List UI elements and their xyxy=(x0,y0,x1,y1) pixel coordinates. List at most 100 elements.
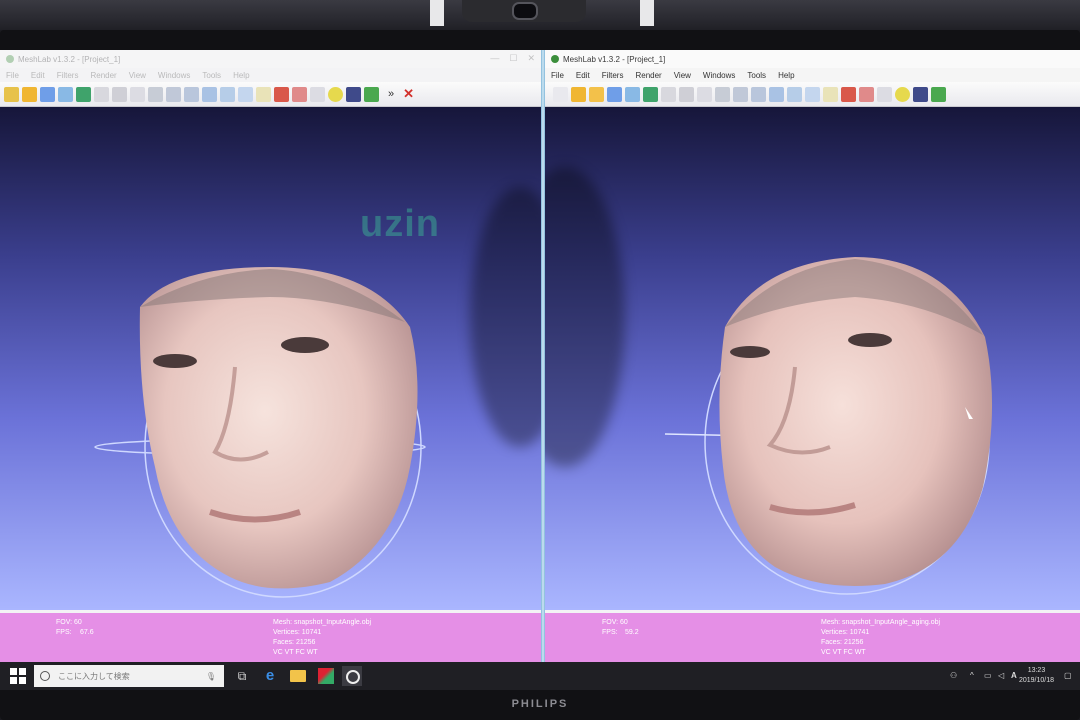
edge-browser-icon[interactable]: e xyxy=(260,666,280,686)
fps-label: FPS: xyxy=(56,629,72,636)
menu-edit[interactable]: Edit xyxy=(31,71,45,80)
mesh-flags: VC VT FC WT xyxy=(273,649,318,656)
task-view-icon[interactable]: ⧉ xyxy=(232,666,252,686)
open-folder-icon[interactable] xyxy=(22,86,37,102)
snapshot-icon[interactable] xyxy=(643,86,658,102)
system-clock[interactable]: 13:23 2019/10/18 xyxy=(1019,666,1054,686)
select-faces-icon[interactable] xyxy=(859,86,874,102)
microphone-icon[interactable]: 🎙 xyxy=(206,672,216,681)
menu-bar: File Edit Filters Render View Windows To… xyxy=(545,68,1080,82)
meshlab-app-icon xyxy=(6,55,14,63)
vertex-count: Vertices: 10741 xyxy=(821,629,870,636)
layers-icon[interactable] xyxy=(913,86,928,102)
texture-icon[interactable] xyxy=(238,86,253,102)
smooth-shading-icon[interactable] xyxy=(787,86,802,102)
taskbar-search-box[interactable]: ここに入力して検索 🎙 xyxy=(34,665,224,687)
fov-label: FOV: 60 xyxy=(602,619,628,626)
clock-date: 2019/10/18 xyxy=(1018,677,1054,684)
windows-start-icon[interactable] xyxy=(10,668,26,684)
minimize-button[interactable]: — xyxy=(490,53,499,64)
reload-icon[interactable] xyxy=(40,86,55,102)
menu-bar: File Edit Filters Render View Windows To… xyxy=(0,68,541,82)
new-project-icon[interactable] xyxy=(4,86,19,102)
menu-help[interactable]: Help xyxy=(778,71,794,80)
plugin-icon[interactable] xyxy=(364,86,379,102)
points-icon[interactable] xyxy=(715,86,730,102)
maximize-button[interactable]: ☐ xyxy=(509,53,517,64)
3d-viewport[interactable]: uzin xyxy=(0,107,541,610)
menu-view[interactable]: View xyxy=(674,71,691,80)
import-mesh-icon[interactable] xyxy=(58,86,73,102)
color-icon[interactable] xyxy=(274,86,289,102)
menu-windows[interactable]: Windows xyxy=(703,71,735,80)
search-circle-icon xyxy=(40,671,50,681)
plugin-icon[interactable] xyxy=(931,86,946,102)
save-icon[interactable] xyxy=(661,86,676,102)
wireframe-icon[interactable] xyxy=(166,86,181,102)
print-icon[interactable] xyxy=(679,86,694,102)
toolbar xyxy=(545,82,1080,107)
window-controls: — ☐ ✕ xyxy=(490,53,535,64)
menu-filters[interactable]: Filters xyxy=(57,71,79,80)
battery-icon[interactable]: ▭ xyxy=(984,671,992,680)
menu-tools[interactable]: Tools xyxy=(747,71,766,80)
3d-viewport[interactable] xyxy=(545,107,1080,610)
menu-help[interactable]: Help xyxy=(233,71,249,80)
snapshot-icon[interactable] xyxy=(76,86,91,102)
search-placeholder: ここに入力して検索 xyxy=(58,671,130,681)
hidden-lines-icon[interactable] xyxy=(184,86,199,102)
measure-icon[interactable] xyxy=(877,86,892,102)
bounding-box-icon[interactable] xyxy=(130,86,145,102)
mesh-name: Mesh: snapshot_InputAngle.obj xyxy=(273,619,372,626)
menu-windows[interactable]: Windows xyxy=(158,71,190,80)
new-project-icon[interactable] xyxy=(553,86,568,102)
smooth-shading-icon[interactable] xyxy=(220,86,235,102)
flat-shading-icon[interactable] xyxy=(202,86,217,102)
import-mesh-icon[interactable] xyxy=(625,86,640,102)
windows-taskbar: ここに入力して検索 🎙 ⧉ e ⚇ ^ ▭ ◁ A 13:23 2019/10/… xyxy=(0,662,1080,690)
people-icon[interactable]: ⚇ xyxy=(950,671,957,680)
meshlab-taskbar-icon[interactable] xyxy=(316,666,336,686)
annotation-icon[interactable] xyxy=(328,86,343,102)
points-icon[interactable] xyxy=(148,86,163,102)
menu-render[interactable]: Render xyxy=(90,71,116,80)
open-folder-icon[interactable] xyxy=(571,86,586,102)
menu-filters[interactable]: Filters xyxy=(602,71,624,80)
measure-icon[interactable] xyxy=(310,86,325,102)
flat-shading-icon[interactable] xyxy=(769,86,784,102)
file-explorer-icon[interactable] xyxy=(288,666,308,686)
print-icon[interactable] xyxy=(112,86,127,102)
mesh-flags: VC VT FC WT xyxy=(821,649,866,656)
menu-render[interactable]: Render xyxy=(635,71,661,80)
mesh-name: Mesh: snapshot_InputAngle_aging.obj xyxy=(821,619,941,626)
window-title: MeshLab v1.3.2 - [Project_1] xyxy=(18,54,121,64)
wireframe-icon[interactable] xyxy=(733,86,748,102)
menu-tools[interactable]: Tools xyxy=(202,71,221,80)
layers-icon[interactable] xyxy=(346,86,361,102)
menu-view[interactable]: View xyxy=(129,71,146,80)
toolbar-overflow[interactable]: » xyxy=(388,88,394,100)
save-icon[interactable] xyxy=(94,86,109,102)
monitor-screen: MeshLab v1.3.2 - [Project_1] — ☐ ✕ File … xyxy=(0,50,1080,690)
annotation-icon[interactable] xyxy=(895,86,910,102)
menu-file[interactable]: File xyxy=(551,71,564,80)
show-hidden-icons-chevron[interactable]: ^ xyxy=(970,671,974,680)
notifications-icon[interactable]: ▢ xyxy=(1064,671,1072,680)
texture-icon[interactable] xyxy=(805,86,820,102)
open-mesh-icon[interactable] xyxy=(589,86,604,102)
select-faces-icon[interactable] xyxy=(292,86,307,102)
light-icon[interactable] xyxy=(256,86,271,102)
reload-icon[interactable] xyxy=(607,86,622,102)
ime-indicator[interactable]: A xyxy=(1011,671,1017,680)
menu-edit[interactable]: Edit xyxy=(576,71,590,80)
close-button[interactable]: ✕ xyxy=(527,53,535,64)
fps-value: 59.2 xyxy=(625,629,639,636)
menu-file[interactable]: File xyxy=(6,71,19,80)
app-taskbar-icon[interactable] xyxy=(342,666,362,686)
close-mesh-icon[interactable]: ✕ xyxy=(403,86,414,102)
volume-icon[interactable]: ◁ xyxy=(998,671,1004,680)
bounding-box-icon[interactable] xyxy=(697,86,712,102)
light-icon[interactable] xyxy=(823,86,838,102)
hidden-lines-icon[interactable] xyxy=(751,86,766,102)
color-icon[interactable] xyxy=(841,86,856,102)
